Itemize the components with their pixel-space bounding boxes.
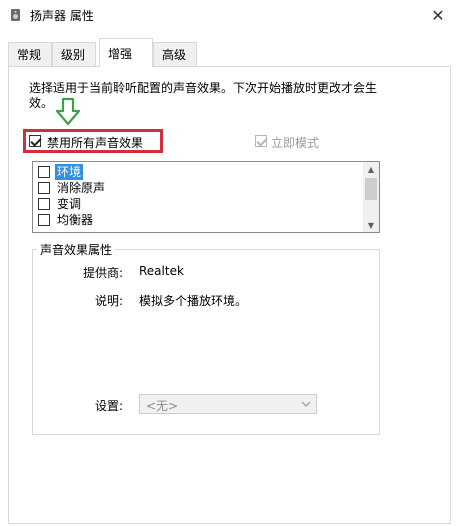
list-item[interactable]: 消除原声 [37,180,357,196]
window-title: 扬声器 属性 [30,9,94,23]
immediate-mode-label: 立即模式 [271,136,320,150]
effects-list[interactable]: 环境 消除原声 变调 均衡器 ▲ ▼ [32,161,380,233]
disable-all-label: 禁用所有声音效果 [47,136,144,150]
provider-value: Realtek [139,264,184,278]
immediate-mode-checkbox[interactable] [255,135,267,147]
list-item[interactable]: 变调 [37,196,357,212]
effect-properties-group: 声音效果属性 提供商: Realtek 说明: 模拟多个播放环境。 设置: <无… [32,241,380,435]
scroll-up-icon[interactable]: ▲ [363,162,379,176]
list-item[interactable]: 均衡器 [37,212,357,228]
disable-all-highlight: 禁用所有声音效果 [23,129,163,153]
effect-checkbox[interactable] [38,166,50,178]
group-title: 声音效果属性 [37,241,116,258]
list-item[interactable]: 环境 [37,164,357,180]
scroll-thumb[interactable] [365,178,377,200]
close-button[interactable]: ✕ [420,0,456,30]
list-scrollbar[interactable]: ▲ ▼ [363,162,379,232]
setting-select-value: <无> [146,399,179,413]
scroll-down-icon[interactable]: ▼ [363,218,379,232]
title-bar: 扬声器 属性 ✕ [0,0,456,30]
effect-checkbox[interactable] [38,182,50,194]
chevron-down-icon [301,401,311,407]
tab-enhancements[interactable]: 增强 [99,38,153,67]
speaker-icon [11,9,20,21]
description-value: 模拟多个播放环境。 [139,294,248,308]
close-icon: ✕ [431,5,445,25]
tab-levels[interactable]: 级别 [52,42,96,66]
setting-label: 设置: [94,399,123,413]
description-label: 说明: [94,294,123,308]
disable-all-checkbox[interactable] [29,135,41,147]
enhancements-description: 选择适用于当前聆听配置的声音效果。下次开始播放时更改才会生效。 [29,81,378,110]
tab-general[interactable]: 常规 [8,42,52,66]
tab-advanced[interactable]: 高级 [153,42,197,66]
effect-checkbox[interactable] [38,214,50,226]
provider-label: 提供商: [82,266,123,280]
arrow-down-icon [55,97,81,126]
setting-select[interactable]: <无> [139,394,317,414]
tab-strip: 常规 级别 增强 高级 [0,38,456,67]
enhancements-panel: 选择适用于当前聆听配置的声音效果。下次开始播放时更改才会生效。 禁用所有声音效果… [8,66,451,524]
effect-checkbox[interactable] [38,198,50,210]
